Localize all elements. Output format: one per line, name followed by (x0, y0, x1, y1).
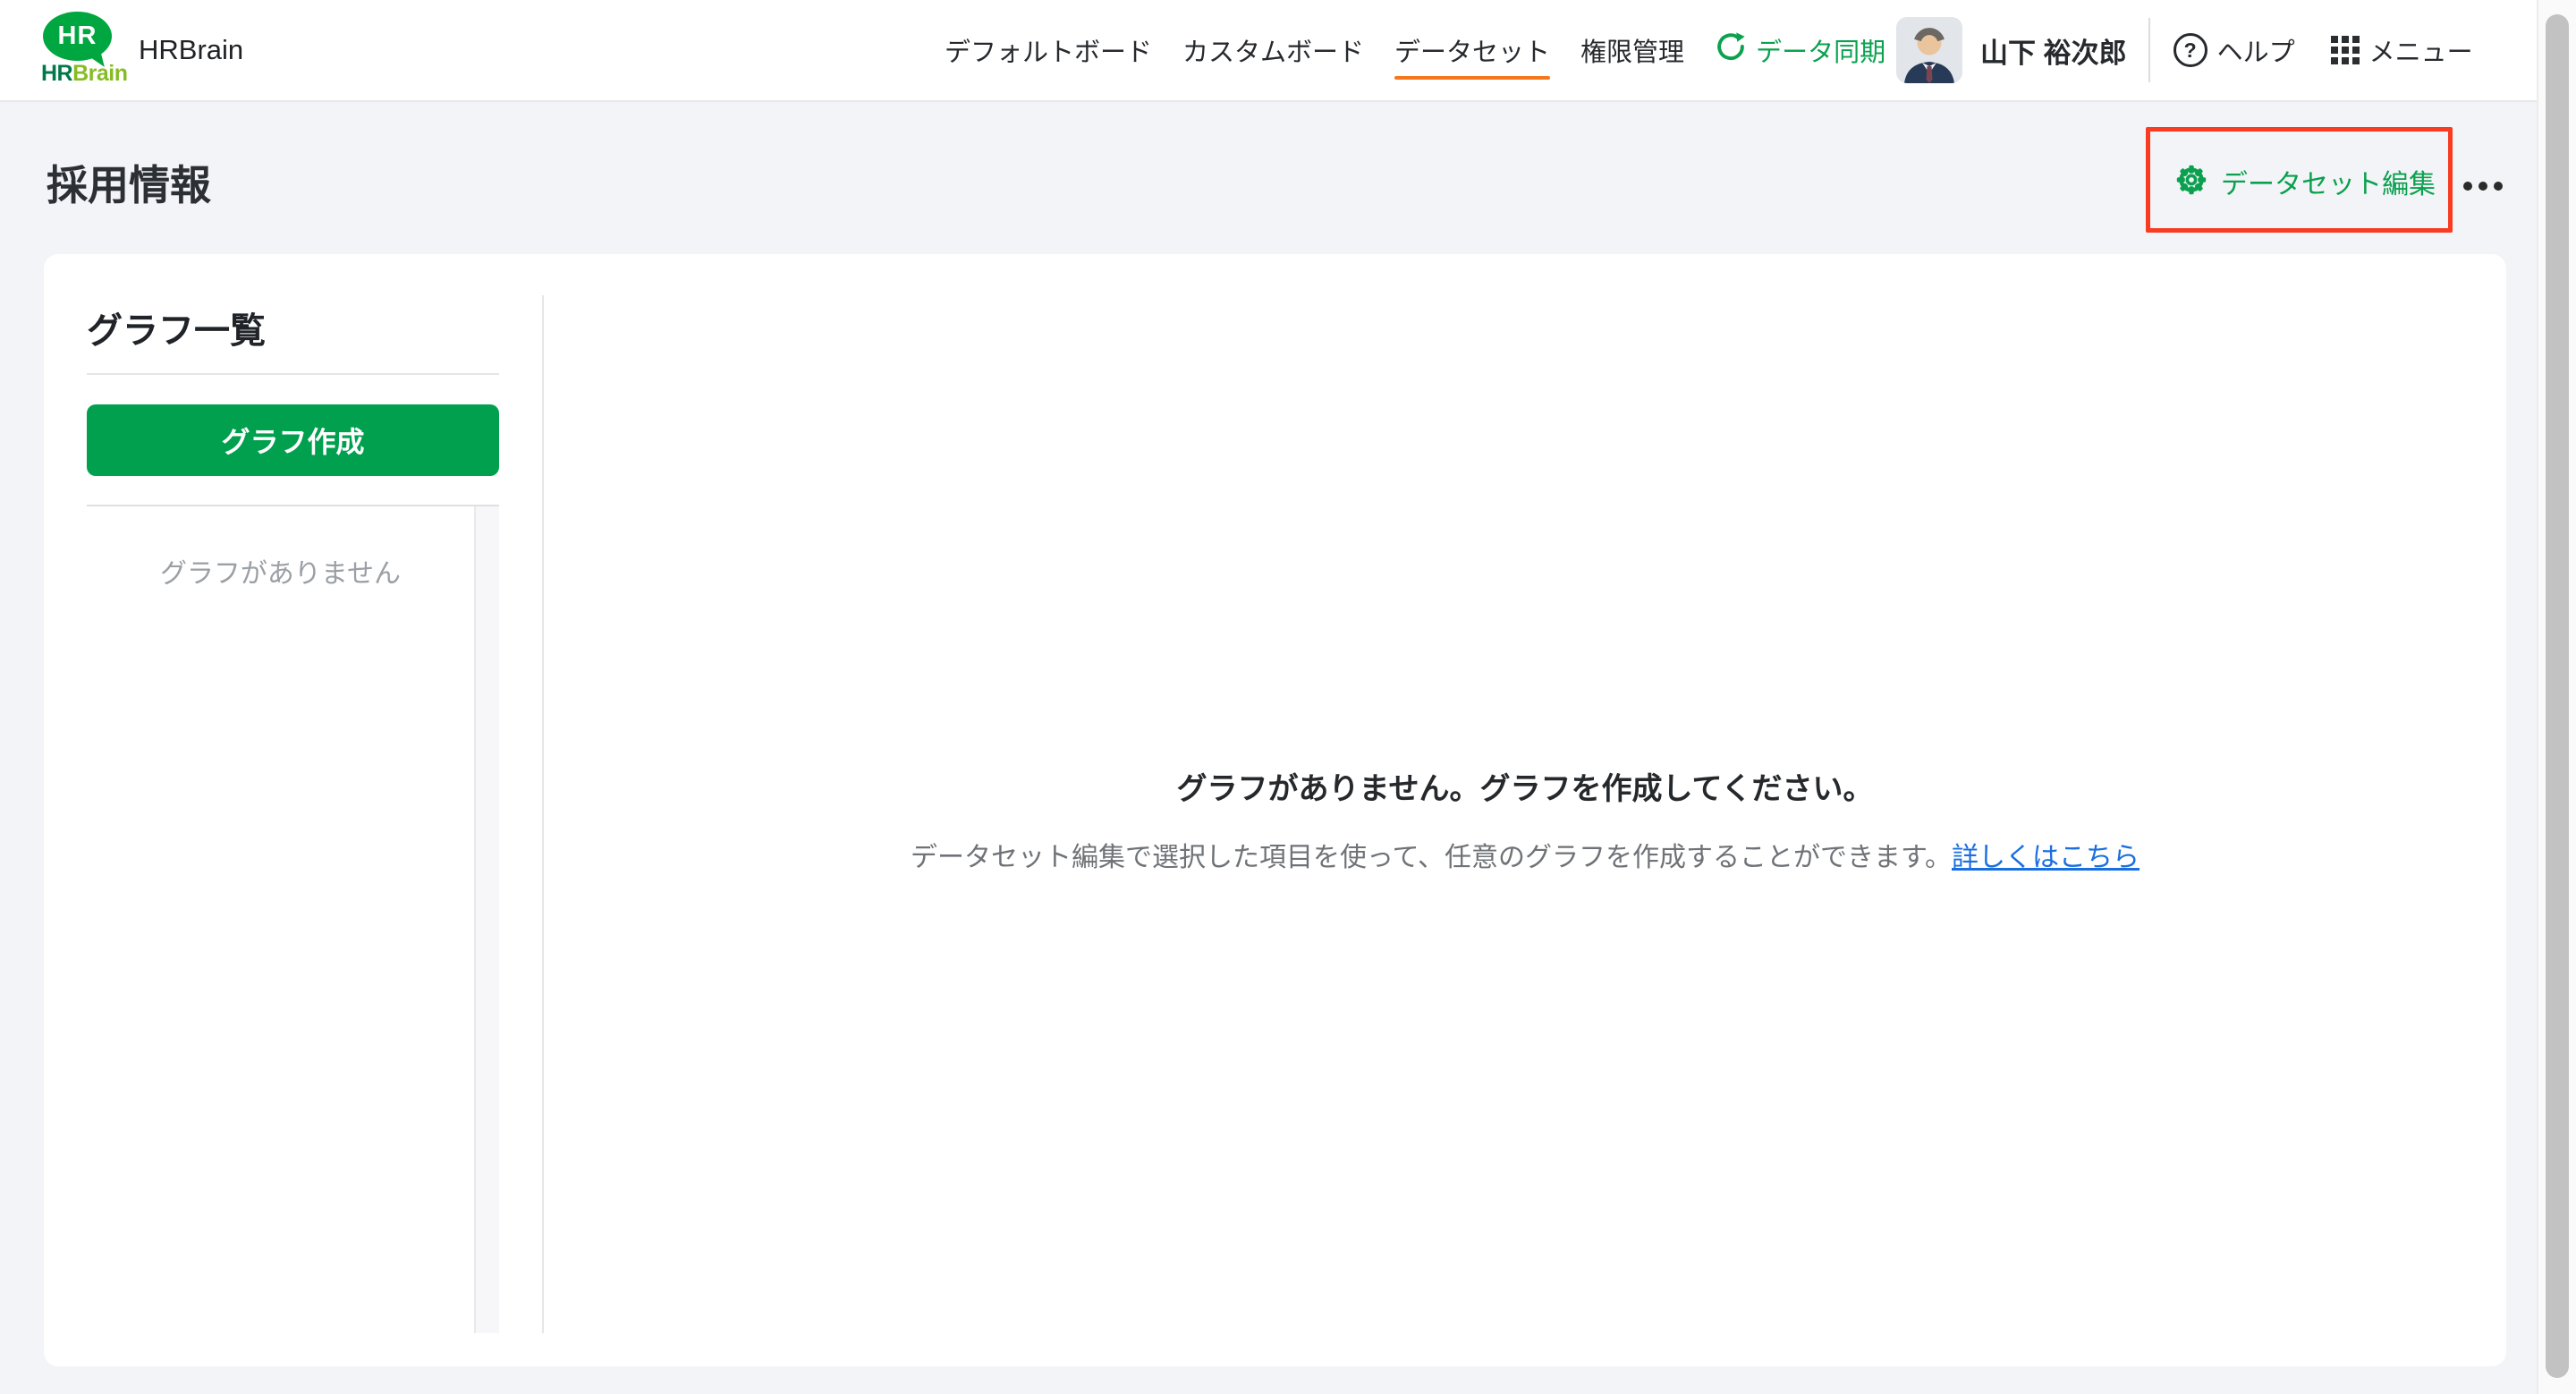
app-name: HRBrain (139, 34, 244, 65)
empty-state-description-text: データセット編集で選択した項目を使って、任意のグラフを作成することができます。 (911, 843, 1952, 872)
navbar-divider (2148, 18, 2150, 82)
help-button[interactable]: ? ヘルプ (2173, 31, 2295, 69)
page-title: 採用情報 (47, 162, 211, 208)
graph-list-empty-text: グラフがありません (159, 559, 402, 589)
page-scrollbar-track (2537, 0, 2576, 1394)
dataset-edit-label: データセット編集 (2221, 170, 2436, 200)
create-graph-button[interactable]: グラフ作成 (87, 404, 499, 476)
help-icon: ? (2173, 33, 2207, 67)
avatar[interactable] (1896, 17, 1962, 83)
more-icon (2463, 182, 2472, 191)
grid-menu-icon (2330, 36, 2360, 64)
menu-label: メニュー (2368, 38, 2473, 67)
graph-list-heading: グラフ一覧 (87, 311, 266, 351)
logo-bubble-icon: HR (43, 12, 112, 61)
graph-list-scrollbar-track[interactable] (474, 506, 499, 1333)
nav-item-dataset[interactable]: データセット (1394, 31, 1551, 80)
data-sync-label: データ同期 (1756, 38, 1886, 67)
data-sync-button[interactable]: データ同期 (1715, 30, 1885, 70)
logo-wordmark: HRBrain (41, 61, 128, 87)
empty-state-description: データセット編集で選択した項目を使って、任意のグラフを作成することができます。詳… (544, 835, 2506, 874)
logo-wordmark-hr: HR (41, 61, 73, 86)
content-card: グラフ一覧 グラフ作成 グラフがありません グラフがありません。グラフを作成して… (44, 254, 2506, 1366)
logo-bubble-text: HR (57, 21, 97, 50)
gear-icon (2175, 164, 2207, 200)
primary-nav: デフォルトボード カスタムボード データセット 権限管理 データ同期 (945, 0, 1885, 100)
main-empty-state: グラフがありません。グラフを作成してください。 データセット編集で選択した項目を… (544, 764, 2506, 874)
more-options-button[interactable] (2460, 178, 2506, 194)
page-scrollbar-thumb[interactable] (2546, 14, 2569, 1378)
hrbrain-logo[interactable]: HR HRBrain (41, 7, 141, 93)
user-name[interactable]: 山下 裕次郎 (1980, 30, 2127, 71)
nav-item-custom-board[interactable]: カスタムボード (1182, 31, 1364, 69)
top-navbar: HR HRBrain HRBrain デフォルトボード カスタムボード データセ… (0, 0, 2576, 102)
menu-button[interactable]: メニュー (2330, 31, 2473, 69)
nav-item-default-board[interactable]: デフォルトボード (945, 31, 1152, 69)
logo-wordmark-brain: Brain (72, 61, 128, 86)
dataset-edit-button[interactable]: データセット編集 (2175, 164, 2436, 200)
help-label: ヘルプ (2216, 38, 2295, 67)
nav-item-permissions[interactable]: 権限管理 (1580, 31, 1684, 69)
graph-list-panel: グラフがありません (87, 505, 499, 1333)
navbar-right-group: 山下 裕次郎 ? ヘルプ メニュー (1896, 0, 2473, 100)
refresh-icon (1715, 30, 1747, 70)
learn-more-link[interactable]: 詳しくはこちら (1952, 843, 2140, 872)
sidebar-divider (87, 373, 499, 375)
empty-state-title: グラフがありません。グラフを作成してください。 (1176, 772, 1874, 806)
